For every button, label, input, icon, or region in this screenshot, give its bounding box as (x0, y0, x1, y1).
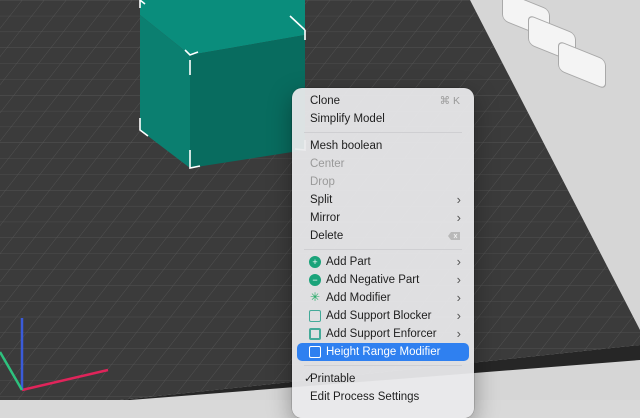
menu-item-clone[interactable]: Clone ⌘ K (297, 92, 469, 110)
menu-item-label: Add Negative Part (326, 274, 420, 286)
chevron-right-icon: › (456, 326, 461, 341)
menu-item-label: Simplify Model (310, 113, 385, 125)
menu-item-label: Height Range Modifier (326, 346, 441, 358)
context-menu: Clone ⌘ K Simplify Model Mesh boolean Ce… (292, 88, 474, 418)
menu-item-label: Center (310, 158, 345, 170)
menu-item-label: Clone (310, 95, 341, 107)
negative-part-icon: − (309, 274, 321, 286)
menu-item-label: Edit Process Settings (310, 391, 420, 403)
menu-item-drop: Drop (297, 173, 469, 191)
menu-item-height-range-modifier[interactable]: Height Range Modifier (297, 343, 469, 361)
menu-item-add-negative-part[interactable]: − Add Negative Part › (297, 271, 469, 289)
menu-item-printable[interactable]: ✓ Printable (297, 370, 469, 388)
menu-item-label: Add Modifier (326, 292, 391, 304)
backspace-icon (448, 232, 460, 240)
menu-item-label: Mirror (310, 212, 341, 224)
menu-item-add-part[interactable]: + Add Part › (297, 253, 469, 271)
menu-item-label: Printable (310, 373, 356, 385)
menu-item-label: Drop (310, 176, 335, 188)
menu-separator (304, 365, 462, 366)
menu-item-add-support-blocker[interactable]: Add Support Blocker › (297, 307, 469, 325)
menu-item-delete[interactable]: Delete (297, 227, 469, 245)
menu-item-add-support-enforcer[interactable]: Add Support Enforcer › (297, 325, 469, 343)
menu-item-label: Split (310, 194, 333, 206)
chevron-right-icon: › (456, 192, 461, 207)
chevron-right-icon: › (456, 210, 461, 225)
menu-item-add-modifier[interactable]: ✳ Add Modifier › (297, 289, 469, 307)
support-blocker-icon (309, 310, 321, 322)
menu-separator (304, 132, 462, 133)
support-enforcer-icon (309, 328, 321, 340)
menu-item-label: Mesh boolean (310, 140, 383, 152)
cube-model[interactable] (139, 0, 306, 169)
modifier-icon: ✳ (309, 290, 321, 304)
chevron-right-icon: › (456, 254, 461, 269)
menu-item-simplify-model[interactable]: Simplify Model (297, 110, 469, 128)
height-range-icon (309, 346, 321, 358)
menu-item-mesh-boolean[interactable]: Mesh boolean (297, 137, 469, 155)
menu-item-mirror[interactable]: Mirror › (297, 209, 469, 227)
menu-item-label: Add Support Blocker (326, 310, 432, 322)
menu-item-label: Delete (310, 230, 344, 242)
menu-item-label: Add Support Enforcer (326, 328, 437, 340)
menu-item-center: Center (297, 155, 469, 173)
chevron-right-icon: › (456, 272, 461, 287)
menu-item-shortcut: ⌘ K (439, 95, 460, 107)
chevron-right-icon: › (456, 290, 461, 305)
chevron-right-icon: › (456, 308, 461, 323)
menu-item-split[interactable]: Split › (297, 191, 469, 209)
menu-item-edit-process-settings[interactable]: Edit Process Settings (297, 388, 469, 406)
add-part-icon: + (309, 256, 321, 268)
menu-separator (304, 249, 462, 250)
menu-item-label: Add Part (326, 256, 371, 268)
